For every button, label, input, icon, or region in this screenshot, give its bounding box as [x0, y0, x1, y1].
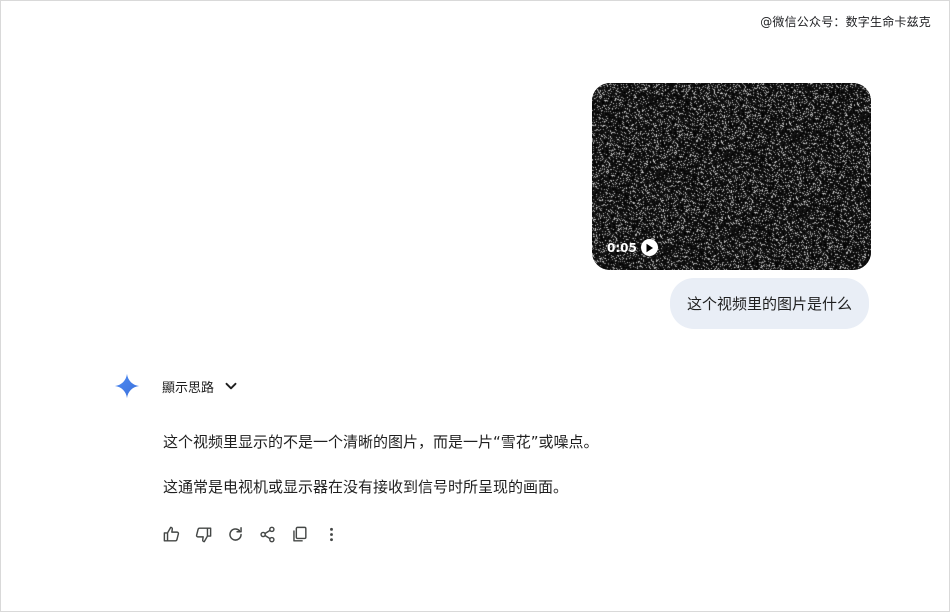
regenerate-button[interactable] — [225, 523, 257, 545]
show-thoughts-label: 顯示思路 — [162, 380, 215, 396]
show-thoughts-toggle[interactable]: 顯示思路 — [162, 375, 238, 397]
video-duration: 0:05 — [607, 240, 637, 255]
video-attachment[interactable]: 0:05 — [592, 83, 871, 270]
assistant-response: 这个视频里显示的不是一个清晰的图片，而是一片“雪花”或噪点。 这通常是电视机或显… — [163, 431, 863, 521]
copy-icon — [293, 526, 307, 542]
video-controls[interactable]: 0:05 — [607, 239, 658, 256]
thumbs-down-button[interactable] — [193, 523, 225, 545]
chat-window: @微信公众号：数字生命卡兹克 0:05 这个视频里的图片是什么 顯示思路 这个视… — [0, 0, 950, 612]
share-button[interactable] — [257, 523, 289, 545]
response-paragraph: 这个视频里显示的不是一个清晰的图片，而是一片“雪花”或噪点。 — [163, 433, 599, 451]
thumbs-up-icon — [163, 526, 180, 542]
copy-button[interactable] — [289, 523, 321, 545]
thumbs-down-icon — [195, 526, 212, 542]
chevron-down-icon — [225, 382, 237, 390]
share-icon — [260, 526, 275, 542]
gemini-sparkle-icon — [114, 373, 140, 399]
more-vert-icon — [330, 527, 333, 541]
user-message-text: 这个视频里的图片是什么 — [686, 295, 852, 313]
user-message-bubble: 这个视频里的图片是什么 — [669, 278, 869, 329]
thumbs-up-button[interactable] — [161, 523, 193, 545]
response-actions — [161, 523, 353, 545]
regenerate-icon — [229, 526, 242, 541]
play-icon[interactable] — [640, 239, 658, 256]
watermark: @微信公众号：数字生命卡兹克 — [760, 15, 931, 29]
response-paragraph: 这通常是电视机或显示器在没有接收到信号时所呈现的画面。 — [163, 478, 569, 496]
more-options-button[interactable] — [321, 523, 353, 545]
